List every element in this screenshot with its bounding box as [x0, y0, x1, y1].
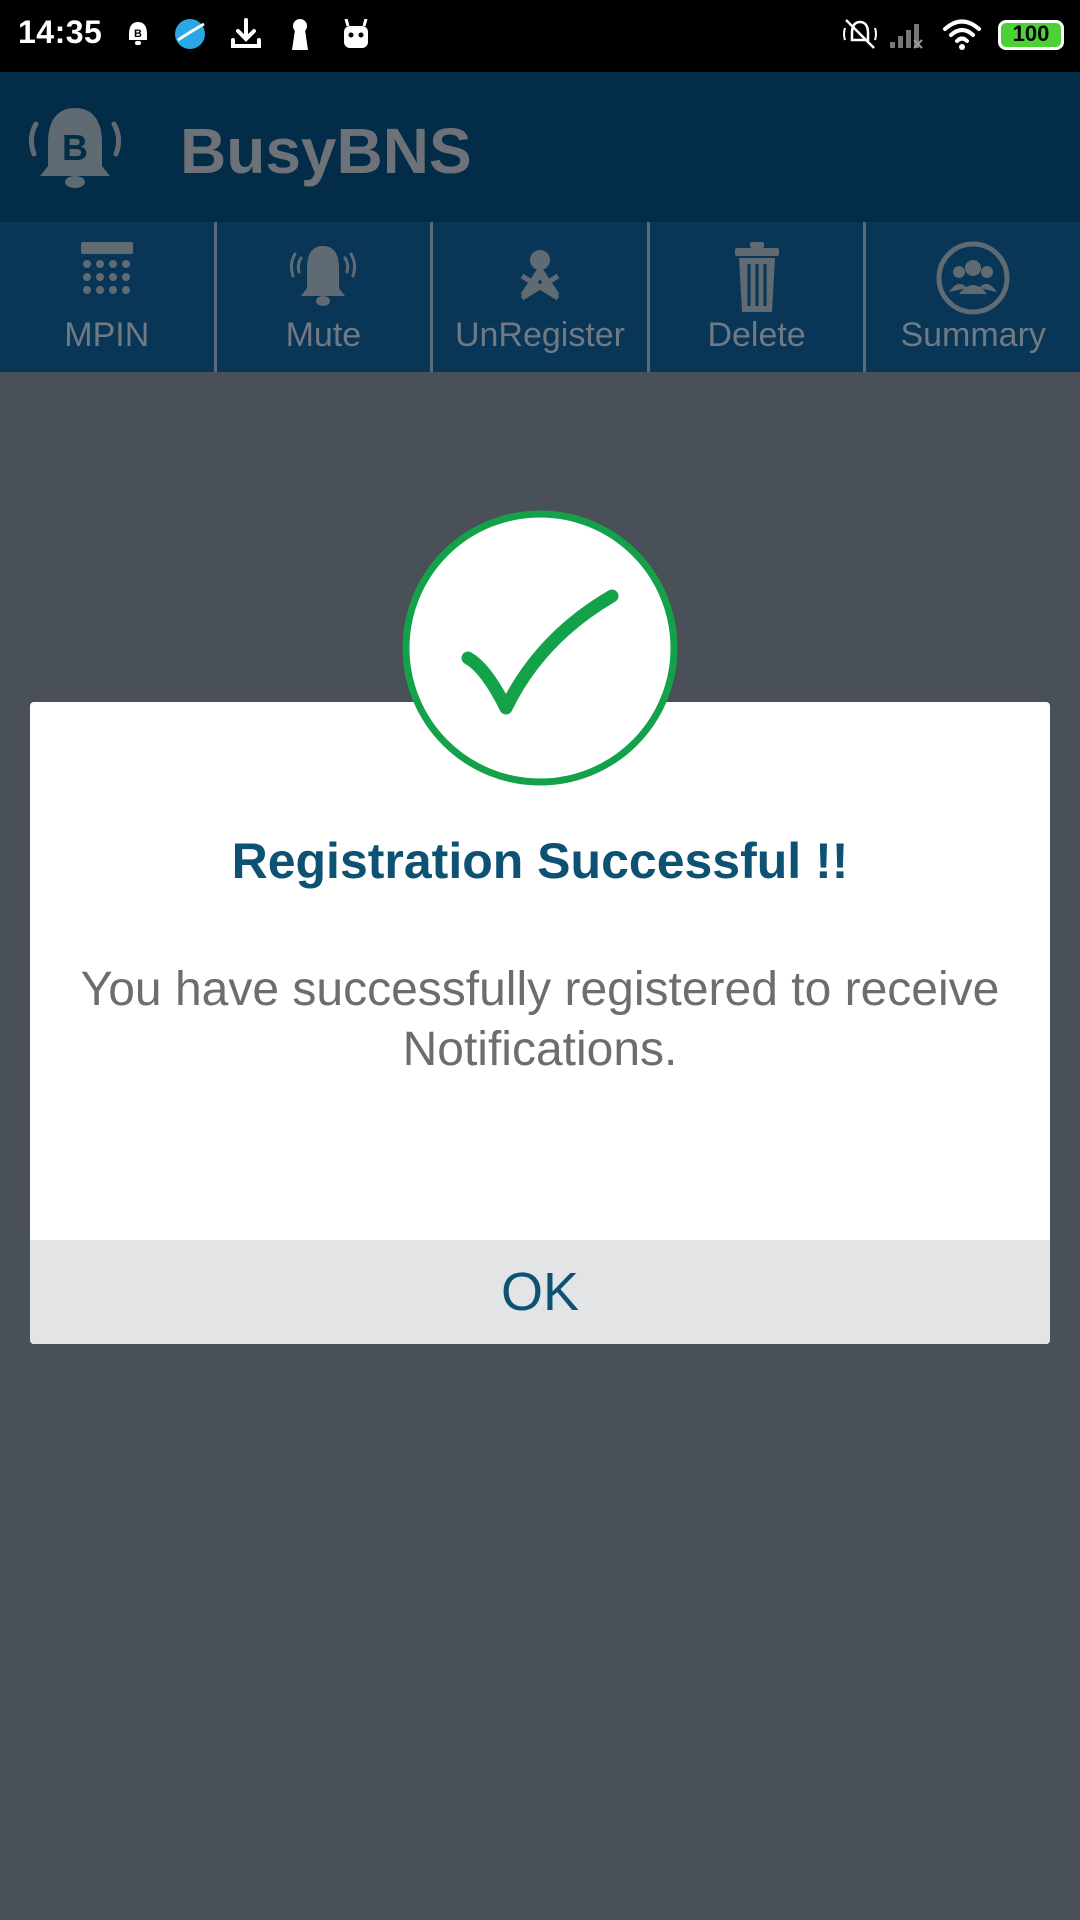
notification-bell-icon: B: [129, 22, 147, 45]
toolbar: MPIN Mute UnRegister Delete Summary: [0, 222, 1080, 372]
toolbar-label: UnRegister: [454, 316, 626, 354]
bell-icon: [290, 246, 357, 306]
ok-button[interactable]: OK: [30, 1240, 1050, 1344]
toolbar-item-mpin[interactable]: MPIN: [0, 222, 217, 372]
toolbar-label: MPIN: [64, 316, 150, 354]
keypad-icon: [80, 242, 133, 294]
toolbar-item-mute[interactable]: Mute: [217, 222, 434, 372]
app-bar: B BusyBNS: [0, 72, 1080, 222]
signal-icon: [890, 24, 923, 49]
dialog-title: Registration Successful !!: [231, 833, 849, 889]
toolbar-label: Delete: [707, 316, 806, 354]
unregister-person-icon: [520, 250, 560, 301]
check-circle-icon: [402, 510, 678, 786]
status-bar: 14:35 B 100: [0, 0, 1080, 72]
group-icon: [936, 241, 1010, 315]
trash-icon: [734, 242, 779, 312]
browser-icon: [175, 19, 205, 49]
app-title: BusyBNS: [180, 115, 472, 187]
svg-text:B: B: [134, 28, 142, 40]
dialog-message: You have successfully registered to rece…: [80, 963, 1000, 1076]
wifi-icon: [943, 19, 981, 50]
toolbar-item-summary[interactable]: Summary: [866, 222, 1080, 372]
toolbar-item-unregister[interactable]: UnRegister: [433, 222, 650, 372]
status-time: 14:35: [18, 14, 103, 50]
battery-icon: 100: [998, 20, 1064, 50]
keyhole-icon: [292, 19, 308, 50]
toolbar-label: Summary: [900, 316, 1046, 354]
toolbar-label: Mute: [285, 316, 362, 354]
download-icon: [231, 18, 261, 48]
toolbar-item-delete[interactable]: Delete: [650, 222, 867, 372]
busybns-bell-logo-icon: B: [28, 108, 122, 188]
android-icon: [344, 18, 368, 48]
battery-level: 100: [1012, 21, 1050, 46]
mute-icon: [843, 19, 877, 49]
success-dialog: Registration Successful !! You have succ…: [30, 702, 1050, 1344]
svg-text:B: B: [62, 127, 88, 168]
